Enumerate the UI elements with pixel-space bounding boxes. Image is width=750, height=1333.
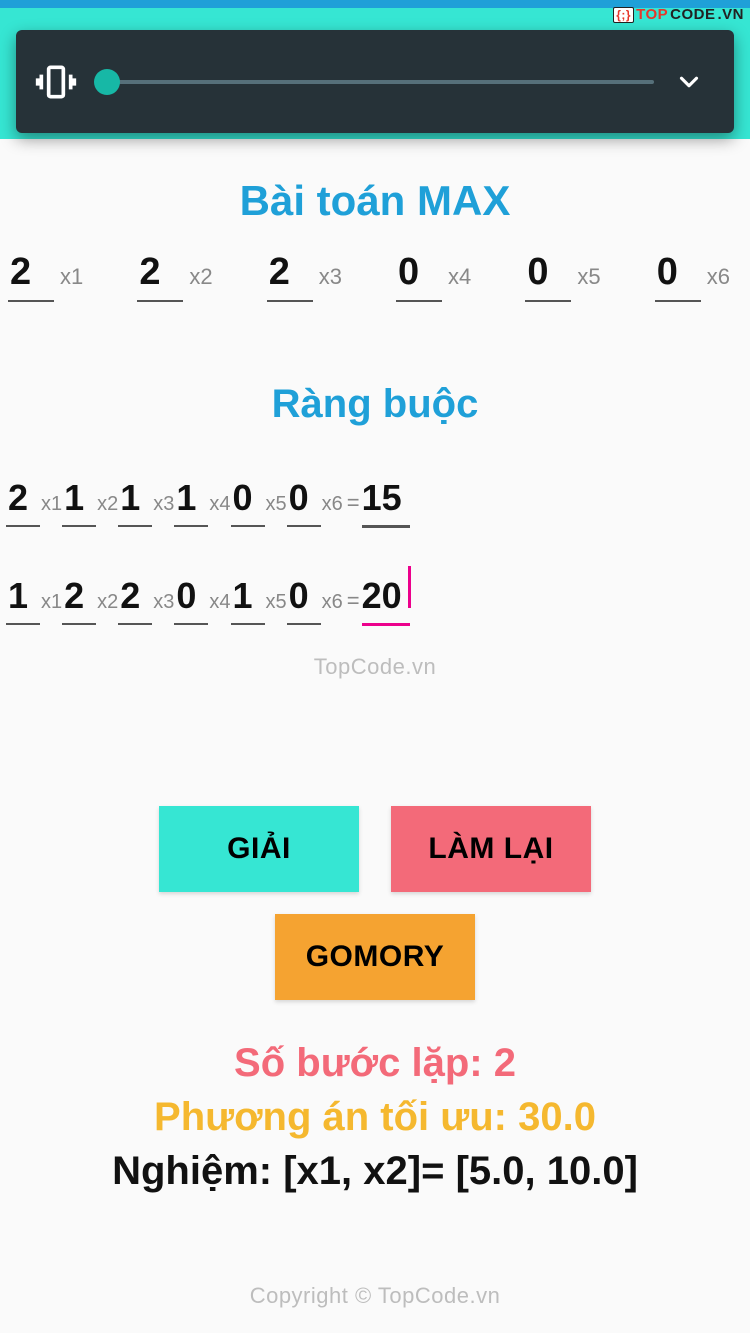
results-block: Số bước lặp: 2 Phương án tối ưu: 30.0 Ng… <box>2 1036 748 1198</box>
var-label: x4 <box>209 493 230 516</box>
var-label: x6 <box>322 591 343 614</box>
var-label: x6 <box>707 264 730 290</box>
sol-prefix: Nghiệm: <box>112 1149 283 1193</box>
var-label: x5 <box>266 493 287 516</box>
button-row-2: GOMORY <box>2 914 748 1000</box>
opt-label: Phương án tối ưu: <box>154 1095 518 1139</box>
bottom-watermark: Copyright © TopCode.vn <box>250 1283 501 1309</box>
var-label: x3 <box>153 493 174 516</box>
var-label: x3 <box>319 264 342 290</box>
constraint-row: x1 x2 x3 x4 x5 x6= <box>2 566 748 626</box>
coef-input[interactable] <box>137 251 183 302</box>
coef-input[interactable] <box>655 251 701 302</box>
steps-value: 2 <box>494 1041 516 1085</box>
sol-vals: [5.0, 10.0] <box>456 1149 638 1193</box>
rhs-input[interactable] <box>362 477 410 528</box>
coef-group: x2 <box>137 251 212 302</box>
sol-eq: = <box>421 1149 455 1193</box>
var-label: x6 <box>322 493 343 516</box>
brace-code-icon: {;} <box>613 7 634 23</box>
slider-thumb[interactable] <box>94 69 120 95</box>
var-label: x4 <box>209 591 230 614</box>
button-row: GIẢI LÀM LẠI <box>2 806 748 892</box>
coef-input[interactable] <box>231 575 265 625</box>
var-label: x3 <box>153 591 174 614</box>
coef-input[interactable] <box>118 477 152 527</box>
expand-button[interactable] <box>672 65 706 99</box>
coef-input[interactable] <box>267 251 313 302</box>
solve-button[interactable]: GIẢI <box>159 806 359 892</box>
coef-input[interactable] <box>231 477 265 527</box>
constraints-title: Ràng buộc <box>2 382 748 427</box>
result-optimal: Phương án tối ưu: 30.0 <box>2 1090 748 1144</box>
var-label: x5 <box>577 264 600 290</box>
objective-row: x1 x2 x3 x4 x5 x6 <box>2 251 748 302</box>
reset-button[interactable]: LÀM LẠI <box>391 806 591 892</box>
var-label: x1 <box>41 591 62 614</box>
coef-input[interactable] <box>174 477 208 527</box>
result-steps: Số bước lặp: 2 <box>2 1036 748 1090</box>
coef-input[interactable] <box>8 251 54 302</box>
coef-input[interactable] <box>396 251 442 302</box>
coef-input[interactable] <box>62 477 96 527</box>
rhs-input[interactable] <box>362 575 410 626</box>
var-label: x2 <box>189 264 212 290</box>
coef-group: x3 <box>267 251 342 302</box>
sol-vars: [x1, x2] <box>283 1149 421 1193</box>
var-label: x5 <box>266 591 287 614</box>
volume-slider[interactable] <box>96 62 654 102</box>
coef-group: x1 <box>8 251 83 302</box>
var-label: x2 <box>97 591 118 614</box>
coef-group: x4 <box>396 251 471 302</box>
equals-sign: = <box>347 490 360 516</box>
coef-group: x5 <box>525 251 600 302</box>
vibrate-icon[interactable] <box>34 60 78 104</box>
coef-input[interactable] <box>287 477 321 527</box>
page-title: Bài toán MAX <box>2 177 748 225</box>
logo-watermark: {;} TOP CODE .VN <box>613 5 744 24</box>
logo-text-code: CODE <box>670 6 715 23</box>
var-label: x1 <box>60 264 83 290</box>
coef-input[interactable] <box>6 575 40 625</box>
result-solution: Nghiệm: [x1, x2]= [5.0, 10.0] <box>2 1144 748 1198</box>
text-cursor <box>408 566 411 608</box>
var-label: x1 <box>41 493 62 516</box>
volume-overlay-panel <box>16 30 734 133</box>
slider-track <box>96 80 654 84</box>
constraint-row: x1 x2 x3 x4 x5 x6= <box>2 477 748 528</box>
opt-value: 30.0 <box>518 1095 596 1139</box>
coef-input[interactable] <box>118 575 152 625</box>
var-label: x4 <box>448 264 471 290</box>
equals-sign: = <box>347 588 360 614</box>
coef-input[interactable] <box>174 575 208 625</box>
coef-group: x6 <box>655 251 730 302</box>
steps-label: Số bước lặp: <box>234 1041 494 1085</box>
app-header-background: {;} TOP CODE .VN <box>0 8 750 139</box>
coef-input[interactable] <box>287 575 321 625</box>
coef-input[interactable] <box>525 251 571 302</box>
var-label: x2 <box>97 493 118 516</box>
logo-text-vn: .VN <box>717 6 744 23</box>
logo-text-top: TOP <box>636 6 668 23</box>
coef-input[interactable] <box>6 477 40 527</box>
coef-input[interactable] <box>62 575 96 625</box>
gomory-button[interactable]: GOMORY <box>275 914 475 1000</box>
